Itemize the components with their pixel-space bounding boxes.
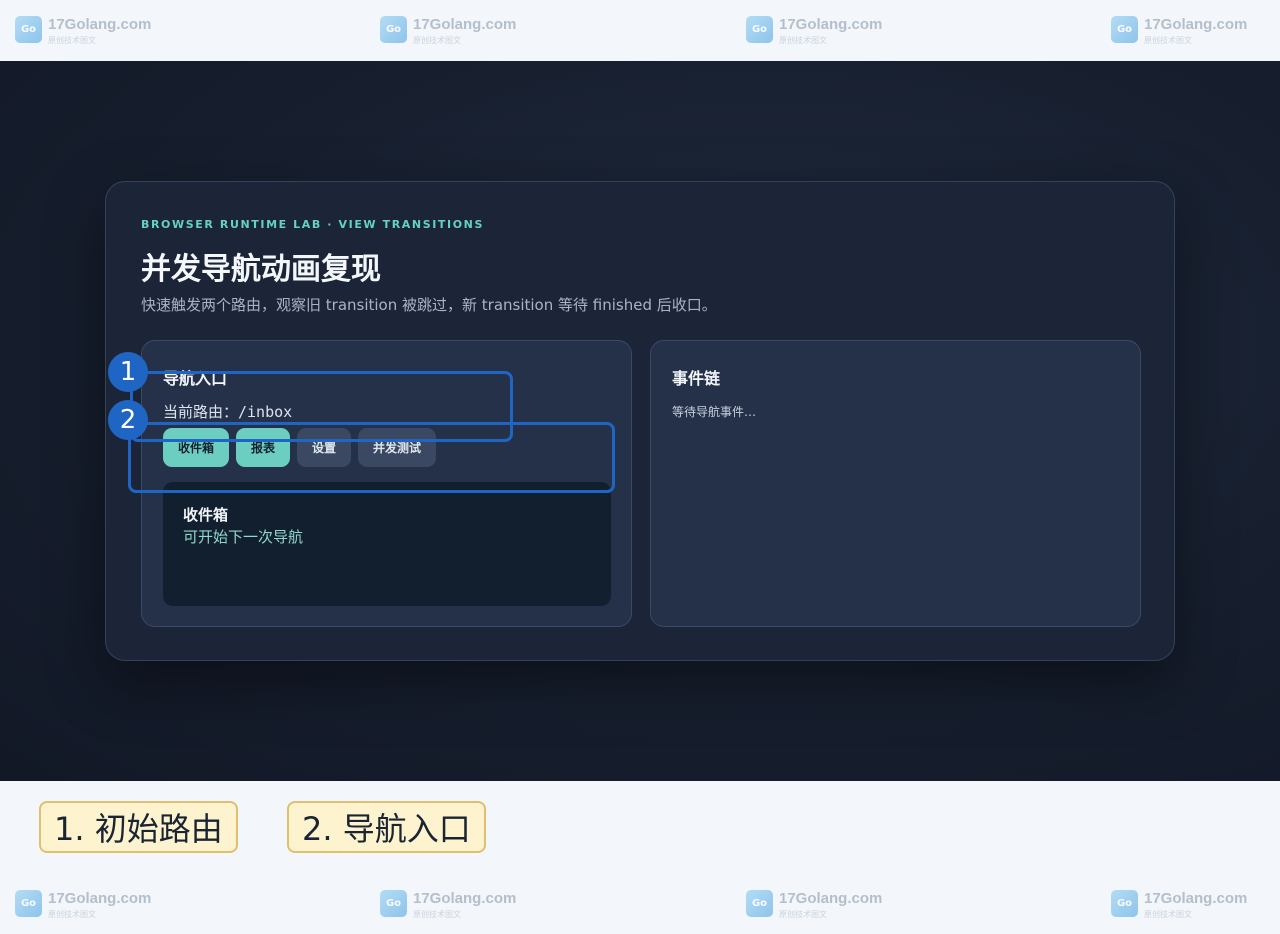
watermark-logo-icon: Go bbox=[15, 890, 42, 917]
annotation-box-2 bbox=[128, 422, 615, 493]
watermark-logo-icon: Go bbox=[1111, 16, 1138, 43]
watermark-sub: 原创技术图文 bbox=[779, 910, 827, 919]
watermark-logo-icon: Go bbox=[15, 16, 42, 43]
view-title: 收件箱 bbox=[183, 506, 229, 524]
watermark-sub: 原创技术图文 bbox=[779, 36, 827, 45]
watermark: Go 17Golang.com 原创技术图文 bbox=[15, 890, 151, 920]
watermark-logo-icon: Go bbox=[1111, 890, 1138, 917]
watermark: Go 17Golang.com 原创技术图文 bbox=[380, 16, 516, 46]
watermark-logo-icon: Go bbox=[380, 890, 407, 917]
events-empty-text: 等待导航事件… bbox=[672, 405, 757, 419]
legend-item-2: 2. 导航入口 bbox=[287, 801, 486, 853]
watermark-logo-icon: Go bbox=[746, 890, 773, 917]
watermark-logo-icon: Go bbox=[380, 16, 407, 43]
watermark-name: 17Golang.com bbox=[1144, 16, 1248, 33]
watermark: Go 17Golang.com 原创技术图文 bbox=[15, 16, 151, 46]
watermark-name: 17Golang.com bbox=[779, 890, 883, 907]
watermark: Go 17Golang.com 原创技术图文 bbox=[1111, 16, 1247, 46]
legend-item-1: 1. 初始路由 bbox=[39, 801, 238, 853]
watermark: Go 17Golang.com 原创技术图文 bbox=[380, 890, 516, 920]
watermark-name: 17Golang.com bbox=[779, 16, 883, 33]
watermark-name: 17Golang.com bbox=[413, 890, 517, 907]
watermark-sub: 原创技术图文 bbox=[1144, 910, 1192, 919]
eyebrow-label: BROWSER RUNTIME LAB · VIEW TRANSITIONS bbox=[141, 218, 484, 231]
watermark-name: 17Golang.com bbox=[48, 16, 152, 33]
watermark-sub: 原创技术图文 bbox=[413, 36, 461, 45]
watermark-name: 17Golang.com bbox=[1144, 890, 1248, 907]
page-title: 并发导航动画复现 bbox=[141, 252, 381, 287]
view-status: 可开始下一次导航 bbox=[183, 528, 304, 546]
annotation-marker-2: 2 bbox=[108, 400, 148, 440]
watermark-name: 17Golang.com bbox=[48, 890, 152, 907]
watermark: Go 17Golang.com 原创技术图文 bbox=[746, 16, 882, 46]
watermark: Go 17Golang.com 原创技术图文 bbox=[746, 890, 882, 920]
events-panel-title: 事件链 bbox=[672, 369, 721, 388]
page-subtitle: 快速触发两个路由，观察旧 transition 被跳过，新 transition… bbox=[141, 296, 717, 314]
events-panel: 事件链 等待导航事件… bbox=[650, 340, 1141, 627]
watermark: Go 17Golang.com 原创技术图文 bbox=[1111, 890, 1247, 920]
annotation-marker-1: 1 bbox=[108, 352, 148, 392]
watermark-sub: 原创技术图文 bbox=[48, 910, 96, 919]
watermark-sub: 原创技术图文 bbox=[413, 910, 461, 919]
watermark-strip-top: Go 17Golang.com 原创技术图文 Go 17Golang.com 原创技… bbox=[0, 0, 1280, 61]
watermark-strip-bottom: Go 17Golang.com 原创技术图文 Go 17Golang.com 原创技… bbox=[0, 868, 1280, 934]
watermark-sub: 原创技术图文 bbox=[1144, 36, 1192, 45]
watermark-logo-icon: Go bbox=[746, 16, 773, 43]
watermark-sub: 原创技术图文 bbox=[48, 36, 96, 45]
route-view: 收件箱 可开始下一次导航 bbox=[163, 482, 611, 606]
watermark-name: 17Golang.com bbox=[413, 16, 517, 33]
